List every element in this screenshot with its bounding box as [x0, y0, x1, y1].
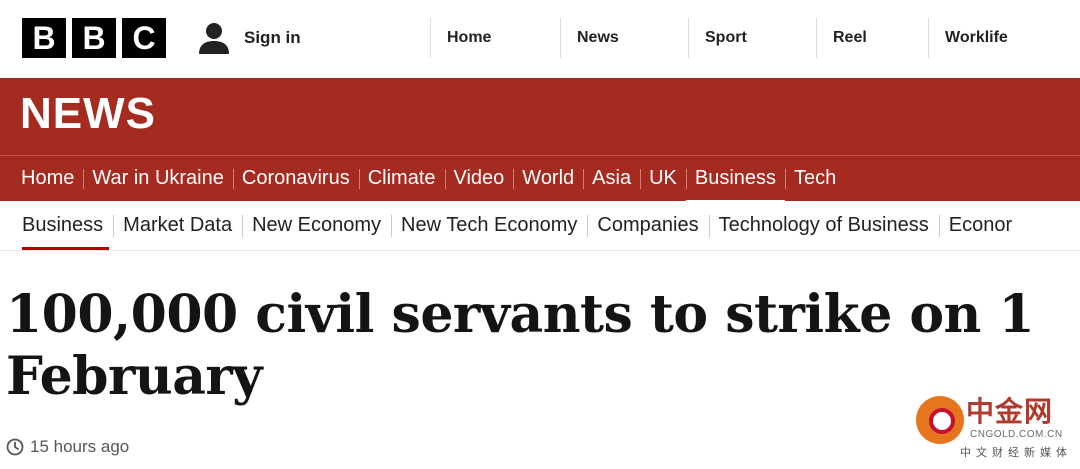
sign-in-label: Sign in — [244, 28, 301, 47]
sub-nav-technology-of-business[interactable]: Technology of Business — [708, 201, 939, 250]
news-nav-tech[interactable]: Tech — [785, 156, 845, 202]
news-nav-climate[interactable]: Climate — [358, 156, 445, 202]
sub-nav-economy-truncated[interactable]: Econor — [938, 201, 1022, 250]
watermark-title: 中金网 — [966, 395, 1054, 428]
global-header: B B C Sign in Home News Sport Reel Workl… — [0, 0, 1080, 78]
timestamp-text: 15 hours ago — [30, 437, 130, 456]
sub-nav-new-tech-economy[interactable]: New Tech Economy — [391, 201, 587, 250]
bbc-logo-letter: B — [22, 18, 66, 58]
global-nav-reel[interactable]: Reel — [817, 18, 929, 58]
global-nav-sport[interactable]: Sport — [689, 18, 817, 58]
watermark-url: CNGOLD.COM.CN — [970, 429, 1063, 440]
news-nav-video[interactable]: Video — [444, 156, 514, 202]
news-nav: Home War in Ukraine Coronavirus Climate … — [0, 155, 1080, 203]
global-nav-news[interactable]: News — [561, 18, 689, 58]
sign-in-link[interactable]: Sign in — [196, 20, 301, 56]
news-nav-coronavirus[interactable]: Coronavirus — [232, 156, 359, 202]
article-timestamp: 15 hours ago — [6, 434, 129, 460]
article-headline: 100,000 civil servants to strike on 1 Fe… — [6, 284, 1035, 407]
global-nav-home[interactable]: Home — [431, 18, 561, 58]
news-nav-war-in-ukraine[interactable]: War in Ukraine — [83, 156, 233, 202]
global-nav: Home News Sport Reel Worklife — [430, 18, 1079, 58]
news-nav-asia[interactable]: Asia — [583, 156, 640, 202]
sub-nav-companies[interactable]: Companies — [587, 201, 708, 250]
watermark-tagline: 中文财经新媒体 — [960, 446, 1072, 459]
cngold-watermark: 中金网 CNGOLD.COM.CN 中文财经新媒体 — [916, 396, 1072, 462]
clock-icon — [6, 438, 24, 456]
global-nav-worklife[interactable]: Worklife — [929, 18, 1079, 58]
news-nav-home[interactable]: Home — [12, 156, 83, 202]
news-nav-business[interactable]: Business — [685, 156, 786, 203]
news-nav-world[interactable]: World — [513, 156, 583, 202]
news-nav-uk[interactable]: UK — [640, 156, 686, 202]
bbc-logo[interactable]: B B C — [22, 18, 166, 58]
sub-nav-market-data[interactable]: Market Data — [113, 201, 242, 250]
bbc-logo-letter: B — [72, 18, 116, 58]
news-wordmark[interactable]: NEWS — [20, 92, 156, 136]
news-masthead: NEWS — [0, 78, 1080, 155]
bbc-logo-letter: C — [122, 18, 166, 58]
sub-nav-new-economy[interactable]: New Economy — [242, 201, 391, 250]
business-sub-nav: Business Market Data New Economy New Tec… — [0, 201, 1080, 251]
person-icon — [199, 23, 229, 54]
sub-nav-business[interactable]: Business — [12, 201, 113, 250]
cngold-logo-icon — [916, 396, 964, 444]
